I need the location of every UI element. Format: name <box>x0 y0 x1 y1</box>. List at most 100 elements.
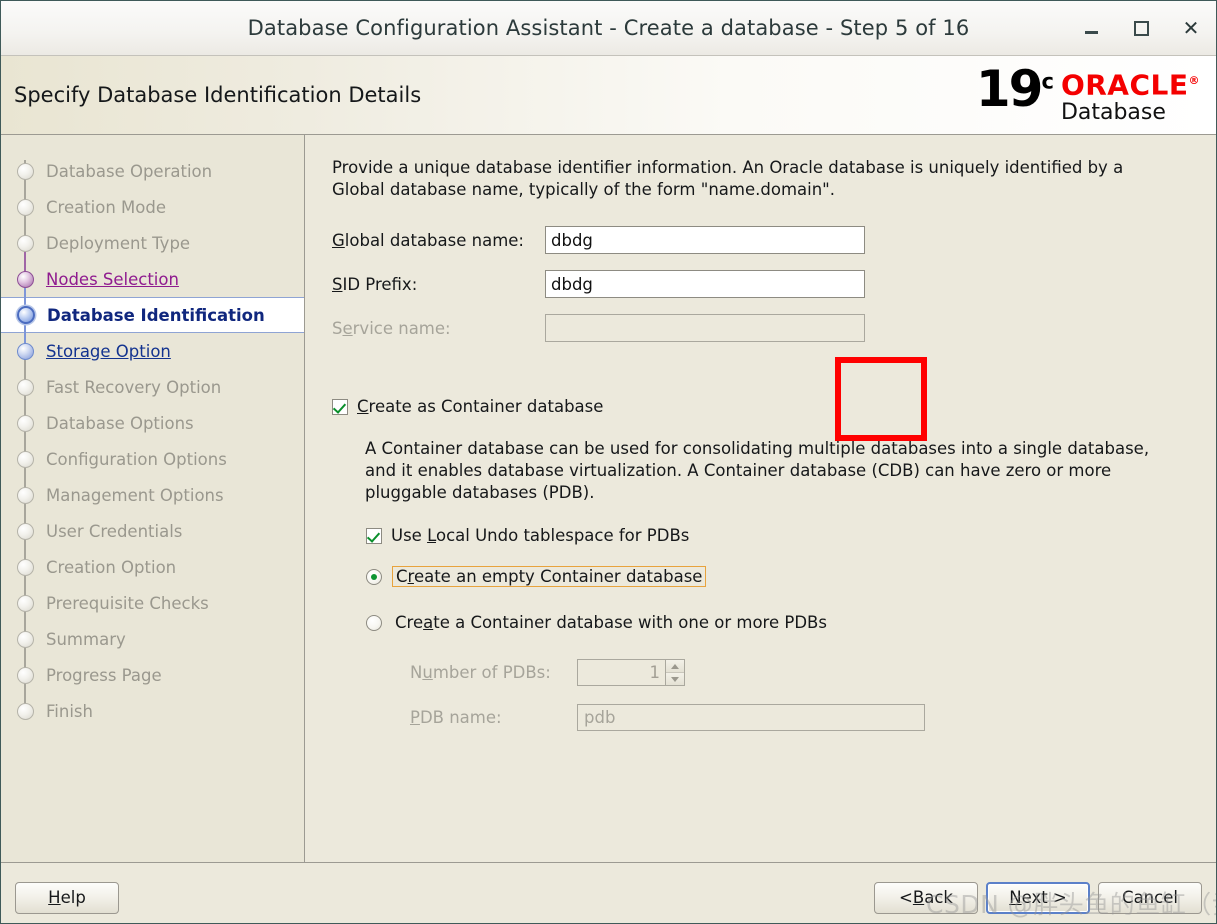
sidebar-item-fast-recovery-option[interactable]: Fast Recovery Option <box>1 369 304 405</box>
sidebar-item-label: Database Operation <box>46 161 213 181</box>
sidebar-item-label: Creation Mode <box>46 197 167 217</box>
container-options: Use Local Undo tablespace for PDBs Creat… <box>366 526 1200 731</box>
container-description-line-3: pluggable databases (PDB). <box>365 483 595 502</box>
sidebar-item-label: Summary <box>46 629 126 649</box>
sidebar-item-label: Configuration Options <box>46 449 227 469</box>
pdb-name-label: PDB name: <box>410 708 502 727</box>
sidebar-item-creation-option[interactable]: Creation Option <box>1 549 304 585</box>
next-button[interactable]: Next > <box>986 881 1090 914</box>
main-panel: Provide a unique database identifier inf… <box>305 135 1216 863</box>
back-button[interactable]: < Back <box>874 881 978 914</box>
sidebar-item-prerequisite-checks[interactable]: Prerequisite Checks <box>1 585 304 621</box>
sidebar-item-user-credentials[interactable]: User Credentials <box>1 513 304 549</box>
sidebar-item-label: Database Options <box>46 413 194 433</box>
step-bullet-icon <box>17 558 34 576</box>
service-name-input <box>545 314 865 342</box>
step-bullet-icon <box>17 414 34 432</box>
maximize-button[interactable] <box>1130 17 1152 39</box>
step-bullet-icon <box>17 486 34 504</box>
sidebar-item-storage-option[interactable]: Storage Option <box>1 333 304 369</box>
stepper-buttons[interactable] <box>665 659 685 686</box>
step-bullet-icon <box>17 162 34 180</box>
create-empty-container-row[interactable]: Create an empty Container database <box>366 566 1200 587</box>
sidebar-item-label: Finish <box>46 701 93 721</box>
service-name-row: Service name: <box>332 314 1200 342</box>
maximize-icon <box>1133 20 1149 36</box>
service-name-label: Service name: <box>332 318 451 338</box>
sidebar-item-label: Creation Option <box>46 557 177 577</box>
create-as-container-checkbox[interactable] <box>332 398 348 415</box>
content-area: Database Operation Creation Mode Deploym… <box>1 135 1216 870</box>
cancel-button[interactable]: Cancel <box>1098 881 1202 914</box>
help-button[interactable]: Help <box>15 881 119 914</box>
sidebar-item-database-options[interactable]: Database Options <box>1 405 304 441</box>
logo-wordmark: ORACLE® Database <box>1061 66 1200 125</box>
create-container-with-pdbs-radio[interactable] <box>366 614 382 631</box>
chevron-down-icon <box>671 676 679 682</box>
close-button[interactable]: ✕ <box>1180 17 1202 39</box>
number-of-pdbs-label: Number of PDBs: <box>410 663 551 682</box>
sidebar-item-finish[interactable]: Finish <box>1 693 304 729</box>
dbca-window: Database Configuration Assistant - Creat… <box>0 0 1217 924</box>
sidebar-item-deployment-type[interactable]: Deployment Type <box>1 225 304 261</box>
sid-prefix-input[interactable] <box>545 270 865 298</box>
global-db-name-label: Global database name: <box>332 230 524 250</box>
sidebar-item-nodes-selection[interactable]: Nodes Selection <box>1 261 304 297</box>
number-of-pdbs-value[interactable]: 1 <box>577 659 665 686</box>
sidebar-item-database-operation[interactable]: Database Operation <box>1 153 304 189</box>
global-db-name-input[interactable] <box>545 226 865 254</box>
create-as-container-row[interactable]: Create as Container database <box>332 397 1200 416</box>
stepper-increment-button[interactable] <box>666 660 684 672</box>
use-local-undo-checkbox[interactable] <box>366 527 382 544</box>
window-title: Database Configuration Assistant - Creat… <box>247 16 970 40</box>
page-title: Specify Database Identification Details <box>14 83 422 107</box>
sidebar-item-management-options[interactable]: Management Options <box>1 477 304 513</box>
intro-line-2: Global database name, typically of the f… <box>332 180 836 199</box>
create-empty-container-radio[interactable] <box>366 568 382 585</box>
sidebar-item-summary[interactable]: Summary <box>1 621 304 657</box>
intro-text: Provide a unique database identifier inf… <box>332 157 1194 201</box>
logo-brand-text: ORACLE® <box>1060 68 1200 102</box>
sidebar-item-configuration-options[interactable]: Configuration Options <box>1 441 304 477</box>
sidebar-item-creation-mode[interactable]: Creation Mode <box>1 189 304 225</box>
create-container-with-pdbs-row[interactable]: Create a Container database with one or … <box>366 612 1200 633</box>
step-bullet-icon <box>17 270 34 288</box>
stepper-decrement-button[interactable] <box>666 672 684 685</box>
container-description-line-2: and it enables database virtualization. … <box>365 461 1112 480</box>
use-local-undo-label: Use Local Undo tablespace for PDBs <box>391 526 690 545</box>
step-bullet-icon <box>17 630 34 648</box>
step-bullet-icon <box>17 666 34 684</box>
create-empty-container-label: Create an empty Container database <box>392 566 707 587</box>
create-container-with-pdbs-label: Create a Container database with one or … <box>395 613 827 632</box>
page-header: Specify Database Identification Details … <box>1 56 1216 135</box>
logo-product-text: Database <box>1060 100 1166 126</box>
footer-bar: Help < Back Next > Cancel <box>1 870 1216 923</box>
window-controls: ✕ <box>1080 1 1202 55</box>
step-bullet-icon <box>17 378 34 396</box>
chevron-up-icon <box>671 663 679 669</box>
identification-form: Global database name: SID Prefix: Servic… <box>332 226 1200 342</box>
sidebar-item-label: User Credentials <box>46 521 183 541</box>
sidebar-item-database-identification[interactable]: Database Identification <box>1 297 304 333</box>
sidebar-item-progress-page[interactable]: Progress Page <box>1 657 304 693</box>
step-bullet-icon <box>17 702 34 720</box>
pdb-name-row: PDB name: pdb <box>410 704 1200 731</box>
number-of-pdbs-stepper[interactable]: 1 <box>577 659 685 686</box>
number-of-pdbs-row: Number of PDBs: 1 <box>410 659 1200 686</box>
container-database-section: Create as Container database A Container… <box>332 397 1200 731</box>
step-bullet-icon <box>17 522 34 540</box>
create-as-container-label: Create as Container database <box>357 397 604 416</box>
sidebar-item-label: Nodes Selection <box>46 269 179 289</box>
step-bullet-icon <box>17 198 34 216</box>
minimize-button[interactable] <box>1080 17 1102 39</box>
global-db-name-row: Global database name: <box>332 226 1200 254</box>
pdb-settings: Number of PDBs: 1 PDB name: pdb <box>410 659 1200 731</box>
sidebar-item-label: Management Options <box>46 485 224 505</box>
sidebar-item-label: Deployment Type <box>46 233 191 253</box>
step-bullet-icon <box>17 450 34 468</box>
sid-prefix-label: SID Prefix: <box>332 274 418 294</box>
close-icon: ✕ <box>1182 16 1200 40</box>
step-bullet-icon <box>17 306 35 324</box>
logo-superscript: c <box>1041 69 1054 94</box>
use-local-undo-row[interactable]: Use Local Undo tablespace for PDBs <box>366 526 1200 545</box>
